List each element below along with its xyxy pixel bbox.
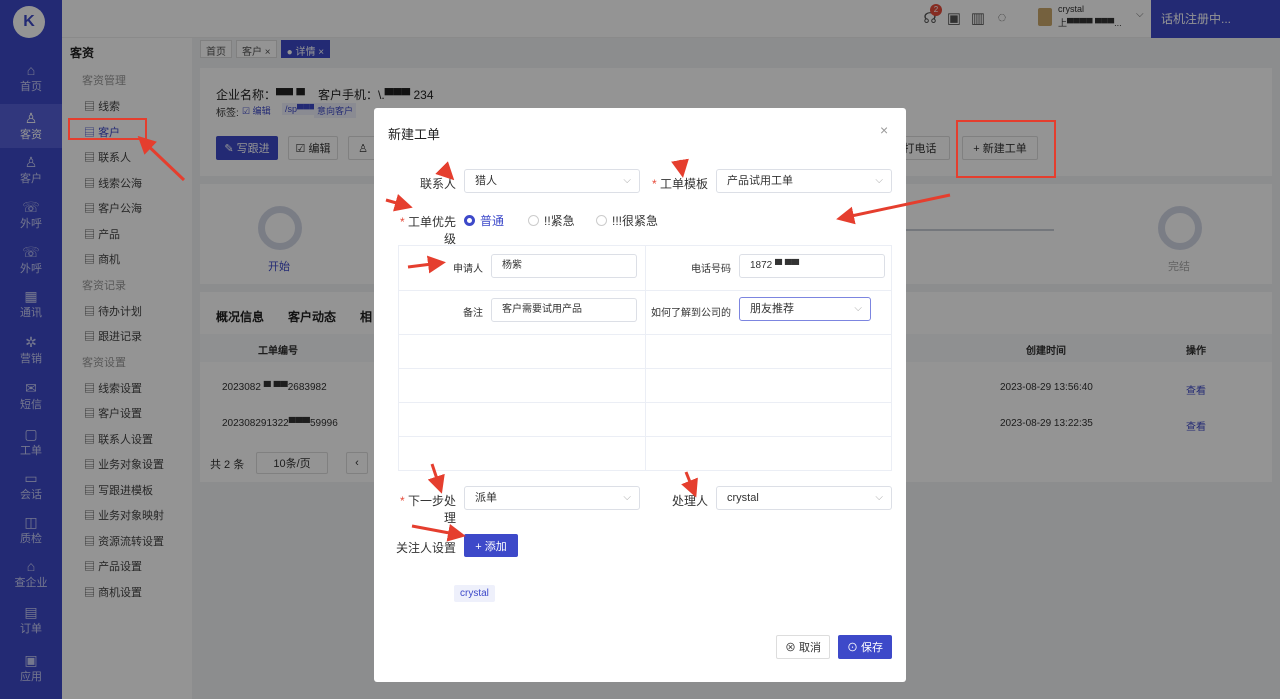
chevron-down-icon: ⌵: [623, 175, 631, 186]
applicant-input[interactable]: 杨紫: [491, 254, 637, 278]
source-label: 如何了解到公司的: [651, 308, 731, 319]
chevron-down-icon: ⌵: [623, 492, 631, 503]
follower-label: 关注人设置: [395, 541, 456, 555]
template-label-text: 工单模板: [659, 177, 708, 191]
close-icon[interactable]: ×: [880, 122, 888, 138]
save-button[interactable]: ⊙ 保存: [838, 635, 892, 659]
priority-very-urgent-label: !!!很紧急: [612, 214, 659, 228]
contact-label: 联系人: [419, 177, 456, 191]
highlight-box: [956, 120, 1056, 178]
priority-urgent-label: !!紧急: [544, 214, 575, 228]
contact-select[interactable]: 猎人 ⌵: [464, 169, 640, 193]
next-step-value: 派单: [475, 492, 497, 504]
radio-checked-icon: [464, 215, 475, 226]
chevron-down-icon: ⌵: [875, 492, 883, 503]
source-select[interactable]: 朋友推荐 ⌵: [739, 297, 871, 321]
priority-label-text: 工单优先级: [407, 215, 456, 246]
handler-select[interactable]: crystal ⌵: [716, 486, 892, 510]
radio-icon: [528, 215, 539, 226]
template-form-grid: 申请人 杨紫 电话号码 1872 ▀ ▀▀ 备注 客户需要试用产品 如何了解到公…: [398, 245, 892, 471]
dialog-title: 新建工单: [388, 127, 441, 142]
cancel-button[interactable]: ⊗ 取消: [776, 635, 830, 659]
priority-urgent-radio[interactable]: !!紧急: [528, 212, 575, 229]
add-follower-button[interactable]: + 添加: [464, 534, 518, 557]
template-value: 产品试用工单: [727, 175, 793, 187]
applicant-label: 申请人: [453, 264, 483, 275]
handler-label: 处理人: [671, 494, 708, 508]
priority-very-urgent-radio[interactable]: !!!很紧急: [596, 212, 658, 229]
highlight-box: [68, 118, 147, 140]
follower-tag[interactable]: crystal: [454, 585, 495, 602]
phone-input[interactable]: 1872 ▀ ▀▀: [739, 254, 885, 278]
radio-icon: [596, 215, 607, 226]
priority-normal-label: 普通: [480, 214, 505, 228]
priority-label: * 工单优先级: [399, 215, 456, 246]
next-step-label-text: 下一步处理: [407, 494, 456, 525]
remark-input[interactable]: 客户需要试用产品: [491, 298, 637, 322]
new-ticket-dialog: 新建工单 × 联系人 猎人 ⌵ * 工单模板 产品试用工单 ⌵ * 工单优先级 普通…: [374, 108, 906, 682]
source-value: 朋友推荐: [750, 303, 794, 315]
template-select[interactable]: 产品试用工单 ⌵: [716, 169, 892, 193]
next-step-label: * 下一步处理: [399, 494, 456, 525]
template-label: * 工单模板: [651, 177, 708, 191]
handler-value: crystal: [727, 492, 759, 504]
phone-label: 电话号码: [691, 264, 731, 275]
priority-normal-radio[interactable]: 普通: [464, 212, 504, 229]
contact-value: 猎人: [475, 175, 497, 187]
chevron-down-icon: ⌵: [854, 303, 862, 314]
remark-label: 备注: [463, 308, 483, 319]
next-step-select[interactable]: 派单 ⌵: [464, 486, 640, 510]
chevron-down-icon: ⌵: [875, 175, 883, 186]
